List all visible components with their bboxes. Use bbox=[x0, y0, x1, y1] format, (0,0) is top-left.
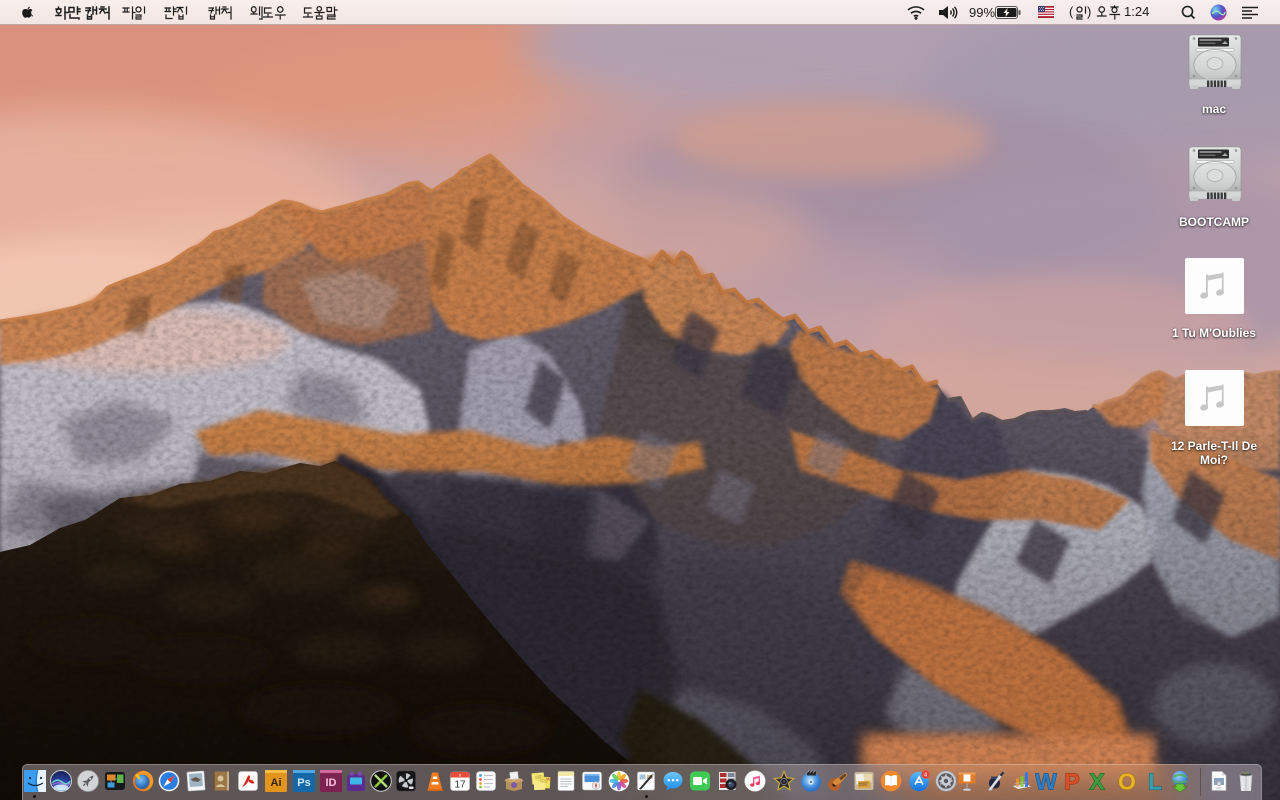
svg-text:Ai: Ai bbox=[271, 777, 282, 789]
svg-text:P: P bbox=[1064, 770, 1079, 792]
svg-text:W: W bbox=[1035, 770, 1057, 792]
svg-text:X: X bbox=[1089, 770, 1105, 792]
svg-text:O: O bbox=[1118, 770, 1136, 792]
svg-text:4: 4 bbox=[924, 772, 927, 778]
svg-text:L: L bbox=[1148, 770, 1162, 792]
svg-text:JPEG: JPEG bbox=[1216, 788, 1223, 791]
svg-text:Ps: Ps bbox=[297, 777, 310, 789]
svg-text:ID: ID bbox=[326, 777, 337, 789]
svg-text:Mgm: Mgm bbox=[546, 777, 552, 781]
svg-text:17: 17 bbox=[454, 780, 466, 791]
